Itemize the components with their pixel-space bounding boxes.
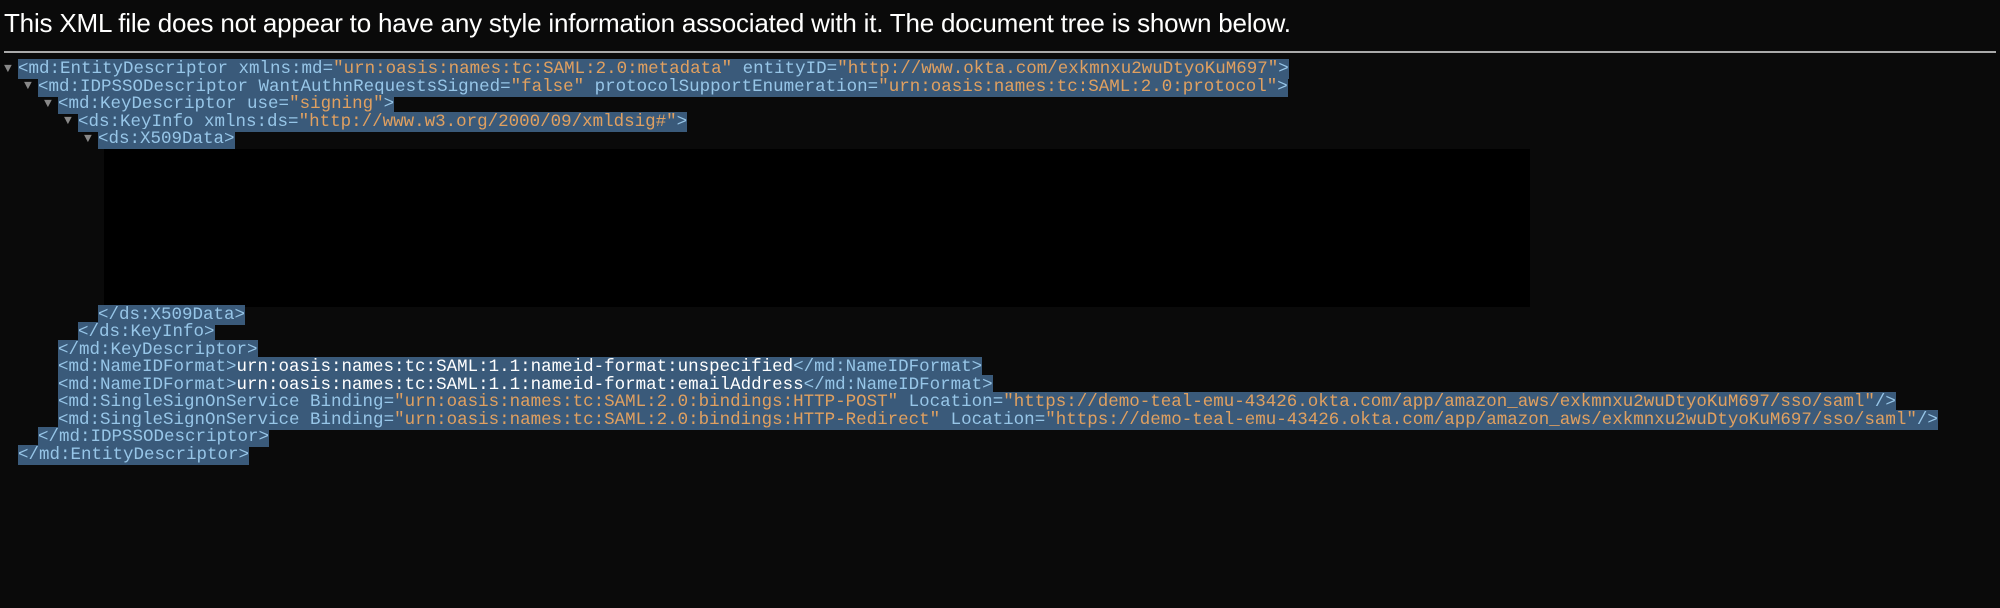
equals: = (500, 77, 511, 97)
chevron-down-icon[interactable]: ▼ (4, 62, 18, 75)
attr-value: "urn:oasis:names:tc:SAML:2.0:protocol" (878, 77, 1277, 97)
attr-value: "http://www.w3.org/2000/09/xmldsig#" (299, 112, 677, 132)
key-info-open[interactable]: ▼<ds:KeyInfo xmlns:ds="http://www.w3.org… (4, 114, 2000, 132)
attr-value: "urn:oasis:names:tc:SAML:2.0:bindings:HT… (394, 410, 940, 430)
xml-no-style-message: This XML file does not appear to have an… (0, 0, 2000, 51)
tag-close: /> (1917, 410, 1938, 430)
xml-tree: ▼<md:EntityDescriptor xmlns:md="urn:oasi… (0, 61, 2000, 464)
equals: = (288, 112, 299, 132)
chevron-down-icon[interactable]: ▼ (64, 114, 78, 127)
redacted-certificate (104, 149, 1530, 307)
chevron-down-icon[interactable]: ▼ (24, 79, 38, 92)
chevron-down-icon[interactable]: ▼ (44, 97, 58, 110)
attr-name: protocolSupportEnumeration (584, 77, 868, 97)
sso-service-redirect: <md:SingleSignOnService Binding="urn:oas… (4, 412, 2000, 430)
closing-tag: </md:EntityDescriptor> (18, 445, 249, 465)
equals: = (1035, 410, 1046, 430)
x509data-open[interactable]: ▼<ds:X509Data> (4, 131, 2000, 149)
header-divider (4, 51, 1996, 53)
entity-descriptor-close: </md:EntityDescriptor> (4, 447, 2000, 465)
equals: = (868, 77, 879, 97)
idpsso-descriptor-close: </md:IDPSSODescriptor> (4, 429, 2000, 447)
tag-close: > (1277, 77, 1288, 97)
attr-name: Binding (300, 410, 384, 430)
x509data-close: </ds:X509Data> (4, 307, 2000, 325)
equals: = (384, 410, 395, 430)
tag: <ds:X509Data> (98, 129, 235, 149)
chevron-down-icon[interactable]: ▼ (84, 132, 98, 145)
attr-value: "false" (511, 77, 585, 97)
attr-name: Location (940, 410, 1035, 430)
attr-value: "https://demo-teal-emu-43426.okta.com/ap… (1045, 410, 1917, 430)
key-info-close: </ds:KeyInfo> (4, 324, 2000, 342)
tag-close: > (677, 112, 688, 132)
